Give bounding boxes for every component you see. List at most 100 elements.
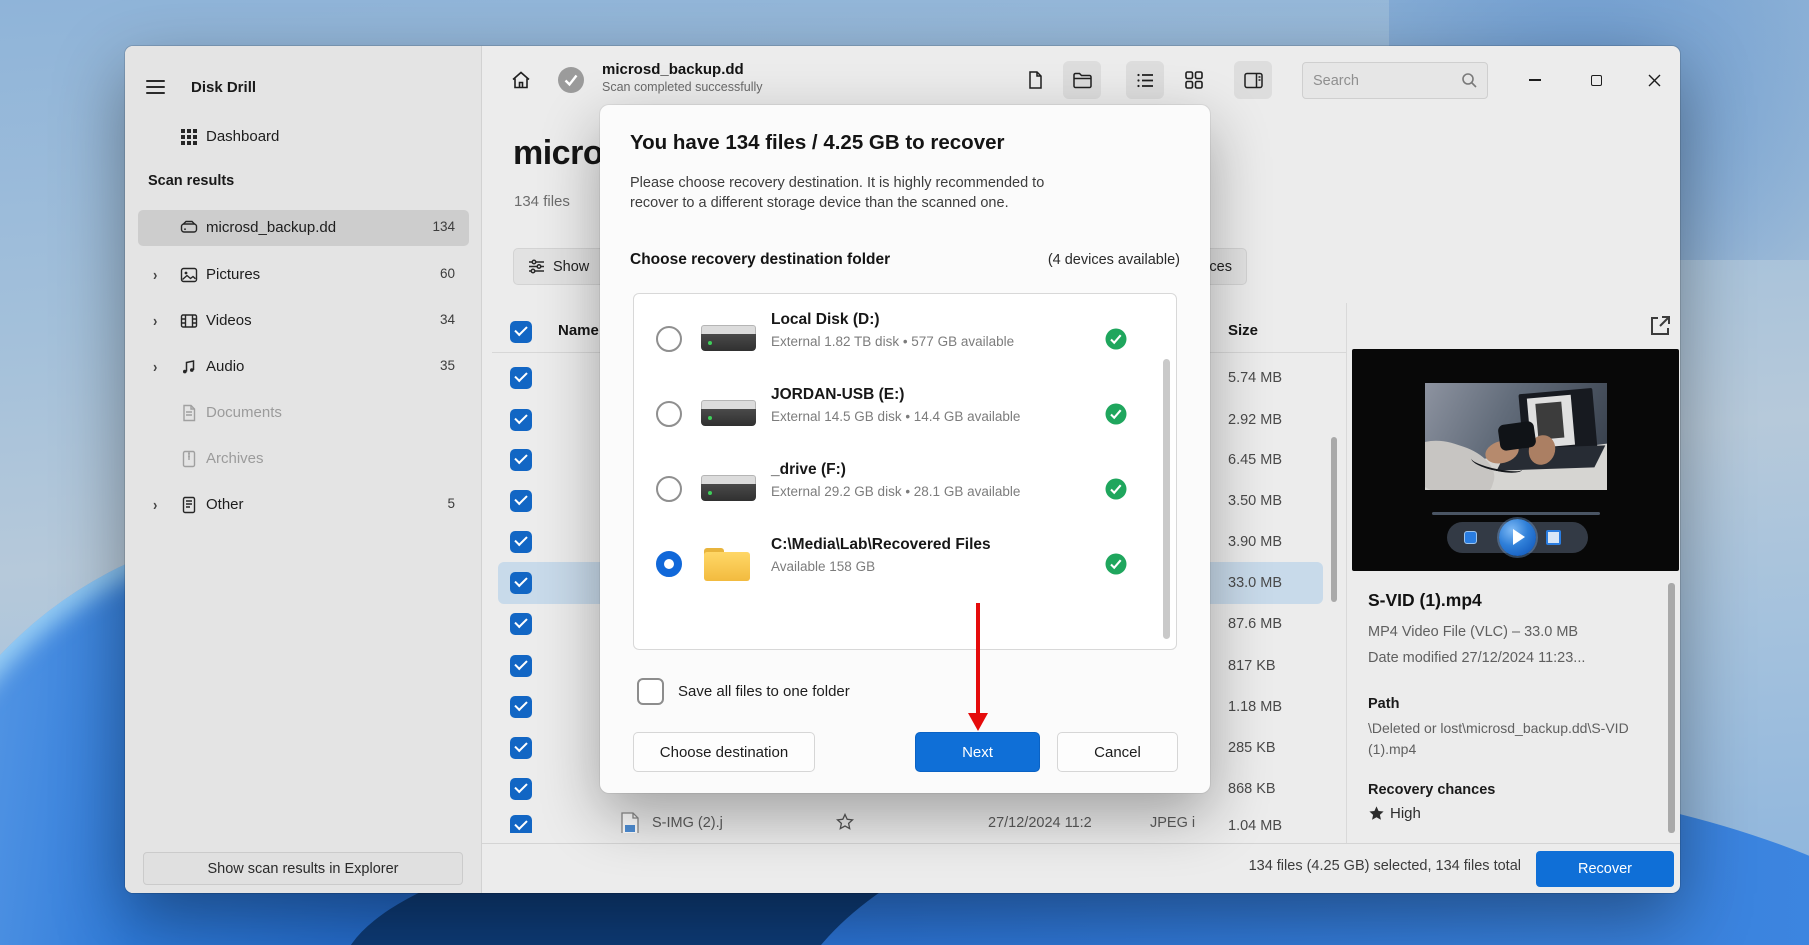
destination-label: Choose recovery destination folder — [630, 251, 891, 268]
recovery-destination-dialog: You have 134 files / 4.25 GB to recover … — [600, 105, 1210, 793]
grid-view-button[interactable] — [1175, 61, 1213, 99]
close-button[interactable] — [1632, 61, 1676, 99]
session-status: Scan completed successfully — [602, 80, 763, 94]
row-checkbox[interactable] — [510, 613, 532, 635]
device-name: JORDAN-USB (E:) — [771, 386, 905, 403]
row-checkbox[interactable] — [510, 531, 532, 553]
video-thumbnail — [1425, 383, 1607, 490]
device-name: C:\Media\Lab\Recovered Files — [771, 536, 991, 553]
table-scrollbar[interactable] — [1331, 437, 1337, 602]
device-detail: Available 158 GB — [771, 559, 876, 574]
videos-icon — [180, 312, 198, 330]
size-cell: 285 KB — [1228, 740, 1276, 756]
row-checkbox[interactable] — [510, 737, 532, 759]
folder-icon — [704, 548, 750, 581]
sidebar-item-microsd-backup[interactable]: microsd_backup.dd 134 — [138, 210, 469, 246]
app-title: Disk Drill — [191, 79, 257, 96]
cancel-button[interactable]: Cancel — [1057, 732, 1178, 772]
device-row-recovered-files-folder[interactable]: C:\Media\Lab\Recovered Files Available 1… — [634, 526, 1154, 601]
dialog-description: Please choose recovery destination. It i… — [630, 175, 1045, 211]
size-cell: 1.18 MB — [1228, 699, 1282, 715]
row-checkbox[interactable] — [510, 409, 532, 431]
recover-button[interactable]: Recover — [1536, 851, 1674, 887]
partial-row-type: JPEG i — [1150, 815, 1196, 831]
sliders-icon — [528, 258, 545, 275]
sidebar-item-label: microsd_backup.dd — [206, 219, 337, 236]
minimize-button[interactable] — [1513, 61, 1557, 99]
row-checkbox[interactable] — [510, 655, 532, 677]
search-box — [1302, 62, 1488, 99]
device-row-local-disk-d[interactable]: Local Disk (D:) External 1.82 TB disk • … — [634, 301, 1154, 376]
radio-button[interactable] — [656, 326, 682, 352]
video-progress-bar[interactable] — [1432, 512, 1600, 515]
search-icon — [1461, 72, 1478, 89]
open-preview-externally-icon[interactable] — [1648, 314, 1672, 338]
chevron-right-icon[interactable]: › — [153, 266, 157, 284]
item-count-badge: 134 — [432, 219, 455, 234]
row-checkbox[interactable] — [510, 696, 532, 718]
device-list-scrollbar[interactable] — [1163, 359, 1170, 639]
save-checkbox-label: Save all files to one folder — [678, 683, 850, 700]
name-column-header[interactable]: Name — [558, 322, 599, 339]
folder-icon — [1072, 70, 1093, 91]
select-all-checkbox[interactable] — [510, 321, 532, 343]
sidebar-item-audio[interactable]: › Audio 35 — [138, 349, 469, 385]
scan-complete-check-icon — [557, 66, 585, 94]
sidebar-item-dashboard[interactable]: Dashboard — [138, 119, 469, 155]
row-checkbox[interactable] — [510, 778, 532, 800]
radio-button-selected[interactable] — [656, 551, 682, 577]
home-button[interactable] — [502, 61, 540, 99]
row-checkbox[interactable] — [510, 449, 532, 471]
stop-button[interactable] — [1464, 531, 1477, 544]
file-type-icon — [619, 812, 641, 833]
item-count-badge: 35 — [439, 358, 455, 373]
sidebar-item-documents: Documents — [138, 395, 469, 431]
ok-check-icon — [1105, 553, 1127, 575]
play-button[interactable] — [1499, 519, 1536, 556]
save-to-one-folder-checkbox[interactable] — [637, 678, 664, 705]
frame-preview-button[interactable] — [1546, 530, 1561, 545]
footer-divider — [482, 843, 1680, 844]
row-checkbox[interactable] — [510, 490, 532, 512]
maximize-button[interactable] — [1574, 61, 1618, 99]
row-checkbox[interactable] — [510, 367, 532, 389]
show-scan-results-in-explorer-button[interactable]: Show scan results in Explorer — [143, 852, 463, 885]
close-icon — [1648, 74, 1661, 87]
preview-date-modified: Date modified 27/12/2024 11:23... — [1368, 650, 1586, 666]
recovery-chances-label: Recovery chances — [1368, 782, 1496, 798]
row-checkbox[interactable] — [510, 572, 532, 594]
device-detail: External 29.2 GB disk • 28.1 GB availabl… — [771, 484, 1021, 499]
search-input[interactable] — [1313, 63, 1453, 98]
grid-icon — [1184, 70, 1204, 90]
item-count-badge: 60 — [439, 266, 455, 281]
chevron-right-icon[interactable]: › — [153, 312, 157, 330]
device-detail: External 1.82 TB disk • 577 GB available — [771, 334, 1015, 349]
radio-button[interactable] — [656, 476, 682, 502]
preview-file-name: S-VID (1).mp4 — [1368, 590, 1482, 610]
next-button[interactable]: Next — [915, 732, 1040, 772]
hamburger-menu-icon[interactable] — [143, 72, 169, 104]
device-detail: External 14.5 GB disk • 14.4 GB availabl… — [771, 409, 1021, 424]
chevron-right-icon[interactable]: › — [153, 496, 157, 514]
sidebar-item-videos[interactable]: › Videos 34 — [138, 303, 469, 339]
panel-scrollbar[interactable] — [1668, 583, 1675, 833]
item-count-badge: 5 — [447, 496, 455, 511]
preview-file-info: MP4 Video File (VLC) – 33.0 MB — [1368, 624, 1579, 640]
row-checkbox[interactable] — [510, 815, 532, 833]
folder-view-button[interactable] — [1063, 61, 1101, 99]
radio-button[interactable] — [656, 401, 682, 427]
other-icon — [180, 496, 198, 514]
choose-destination-button[interactable]: Choose destination — [633, 732, 815, 772]
list-view-button[interactable] — [1126, 61, 1164, 99]
sidebar-item-other[interactable]: › Other 5 — [138, 487, 469, 523]
chevron-right-icon[interactable]: › — [153, 358, 157, 376]
file-icon — [1025, 70, 1045, 90]
sidebar-item-pictures[interactable]: › Pictures 60 — [138, 257, 469, 293]
sidebar-item-label: Videos — [206, 312, 252, 329]
file-view-button[interactable] — [1016, 61, 1054, 99]
side-panel-toggle-button[interactable] — [1234, 61, 1272, 99]
size-column-header[interactable]: Size — [1228, 322, 1258, 339]
sidebar-item-label: Audio — [206, 358, 245, 375]
device-row-drive-f[interactable]: _drive (F:) External 29.2 GB disk • 28.1… — [634, 451, 1154, 526]
device-row-jordan-usb-e[interactable]: JORDAN-USB (E:) External 14.5 GB disk • … — [634, 376, 1154, 451]
